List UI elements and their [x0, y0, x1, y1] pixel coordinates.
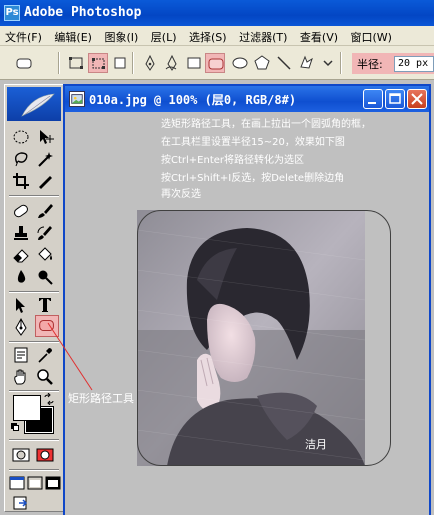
options-separator [340, 52, 342, 74]
line-shape-icon[interactable] [274, 53, 294, 73]
edit-in-imageready-icon[interactable] [11, 493, 31, 513]
minimize-icon [368, 102, 376, 104]
menu-layer[interactable]: 层(L) [146, 26, 181, 45]
photo-signature: 洁月 [305, 438, 327, 451]
feather-logo-icon [21, 93, 55, 117]
chevron-down-icon[interactable] [318, 53, 333, 73]
menu-bar: 文件(F) 编辑(E) 图象(I) 层(L) 选择(S) 过滤器(T) 查看(V… [0, 26, 434, 46]
lasso-tool-icon[interactable] [11, 149, 31, 169]
toolbox-separator [9, 291, 59, 293]
screen-mode-full-icon[interactable] [43, 473, 61, 493]
maximize-icon [389, 93, 401, 104]
rounded-rectangle-shape-icon[interactable] [205, 53, 225, 73]
rounded-rectangle-path [137, 210, 391, 466]
instruction-line-2: 在工具栏里设置半径15~20，效果如下图 [161, 137, 345, 148]
notes-tool-icon[interactable] [11, 345, 31, 365]
canvas-area[interactable]: 选矩形路径工具，在画上拉出一个圆弧角的框， 在工具栏里设置半径15~20，效果如… [65, 112, 429, 515]
hand-tool-icon[interactable] [11, 367, 31, 387]
toolbox-header [7, 87, 61, 121]
radius-label: 半径: [357, 58, 383, 71]
standard-mode-icon[interactable] [11, 445, 31, 465]
toolbox-separator [9, 195, 59, 197]
radius-input[interactable]: 20 px [394, 56, 434, 72]
swap-colors-icon[interactable] [43, 392, 55, 406]
blur-tool-icon[interactable] [11, 267, 31, 287]
instruction-line-1: 选矩形路径工具，在画上拉出一个圆弧角的框， [161, 119, 371, 130]
document-title: 010a.jpg @ 100% (层0, RGB/8#) [89, 93, 297, 107]
rectangle-path-tool[interactable] [35, 315, 59, 337]
toolbox-separator [9, 439, 59, 441]
menu-filter[interactable]: 过滤器(T) [234, 26, 291, 45]
document-icon [69, 91, 85, 107]
instruction-line-5: 再次反选 [161, 189, 201, 200]
brush-tool-icon[interactable] [35, 201, 55, 221]
app-title: Adobe Photoshop [24, 5, 142, 20]
magic-wand-icon[interactable] [35, 149, 55, 169]
document-window: 010a.jpg @ 100% (层0, RGB/8#) 选矩形路径工具，在画上… [63, 84, 431, 515]
polygon-shape-icon[interactable] [252, 53, 272, 73]
move-tool-icon[interactable] [35, 127, 55, 147]
photoshop-logo-icon: Ps [4, 5, 20, 21]
toolbox-separator [9, 469, 59, 471]
pen-tool-icon[interactable] [11, 317, 31, 337]
options-separator [58, 52, 60, 74]
options-bar: 半径: 20 px [0, 46, 434, 80]
custom-shape-icon[interactable] [296, 53, 316, 73]
menu-file[interactable]: 文件(F) [0, 26, 46, 45]
menu-image[interactable]: 图象(I) [99, 26, 142, 45]
paint-bucket-icon[interactable] [35, 245, 55, 265]
type-tool-icon[interactable] [35, 295, 55, 315]
ellipse-shape-icon[interactable] [230, 53, 250, 73]
paths-mode-icon[interactable] [88, 53, 108, 73]
menu-select[interactable]: 选择(S) [184, 26, 231, 45]
screen-mode-standard-icon[interactable] [7, 473, 25, 493]
app-title-bar: Ps Adobe Photoshop [0, 0, 434, 26]
document-title-bar[interactable]: 010a.jpg @ 100% (层0, RGB/8#) [65, 86, 429, 112]
eraser-tool-icon[interactable] [11, 245, 31, 265]
shape-layers-icon[interactable] [66, 53, 86, 73]
instruction-line-3: 按Ctrl+Enter将路径转化为选区 [161, 155, 305, 166]
clone-stamp-icon[interactable] [11, 223, 31, 243]
close-button[interactable] [407, 89, 427, 109]
foreground-color-swatch[interactable] [13, 395, 41, 421]
toolbox-separator [9, 390, 59, 392]
minimize-button[interactable] [363, 89, 383, 109]
annotation-label: 矩形路径工具 [68, 392, 134, 405]
quick-mask-icon[interactable] [35, 445, 55, 465]
freeform-pen-icon[interactable] [162, 53, 182, 73]
menu-edit[interactable]: 编辑(E) [49, 26, 96, 45]
default-colors-icon[interactable] [11, 423, 19, 431]
rectangle-shape-icon[interactable] [184, 53, 204, 73]
toolbox [4, 84, 64, 512]
history-brush-icon[interactable] [35, 223, 55, 243]
close-icon [411, 93, 423, 105]
toolbox-separator [9, 341, 59, 343]
fill-pixels-icon[interactable] [110, 53, 130, 73]
maximize-button[interactable] [385, 89, 405, 109]
slice-tool-icon[interactable] [35, 171, 55, 191]
options-separator [132, 52, 134, 74]
dodge-tool-icon[interactable] [35, 267, 55, 287]
screen-mode-full-menu-icon[interactable] [25, 473, 43, 493]
zoom-tool-icon[interactable] [35, 367, 55, 387]
healing-brush-icon[interactable] [11, 201, 31, 221]
menu-view[interactable]: 查看(V) [295, 26, 342, 45]
tool-preset-icon[interactable] [14, 53, 34, 73]
crop-tool-icon[interactable] [11, 171, 31, 191]
eyedropper-icon[interactable] [35, 345, 55, 365]
marquee-tool-icon[interactable] [11, 127, 31, 147]
pen-icon[interactable] [140, 53, 160, 73]
path-selection-icon[interactable] [11, 295, 31, 315]
menu-window[interactable]: 窗口(W) [346, 26, 396, 45]
instruction-line-4: 按Ctrl+Shift+I反选，按Delete删除边角 [161, 173, 345, 184]
